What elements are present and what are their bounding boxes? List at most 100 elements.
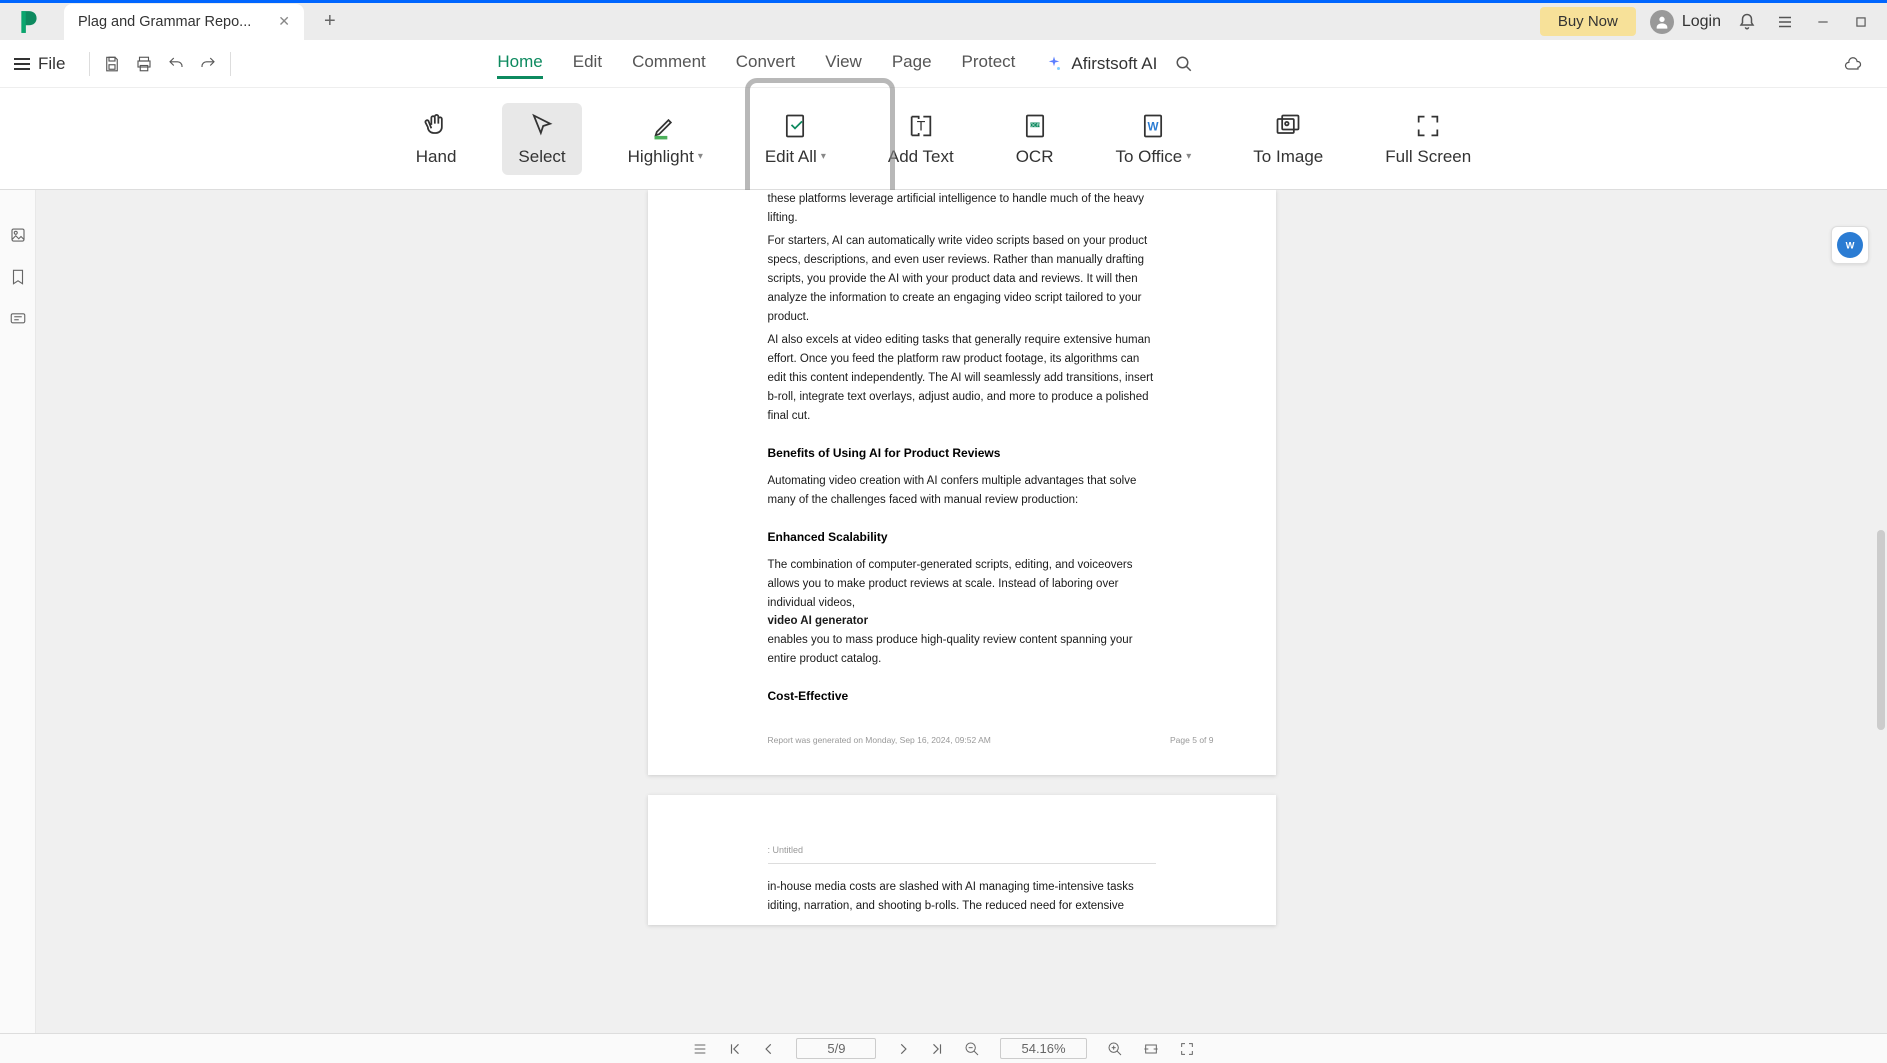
hand-icon: [421, 111, 451, 141]
last-page-icon[interactable]: [930, 1042, 944, 1056]
highlighter-icon: [650, 111, 680, 141]
menu-tabs: Home Edit Comment Convert View Page Prot…: [497, 48, 1015, 79]
chevron-down-icon: ▾: [1186, 151, 1191, 162]
redo-icon[interactable]: [192, 48, 224, 80]
hand-label: Hand: [416, 147, 457, 167]
word-icon: W: [1138, 111, 1168, 141]
notifications-icon[interactable]: [1735, 10, 1759, 34]
doc-paragraph: For starters, AI can automatically write…: [768, 232, 1156, 327]
ai-assistant-button[interactable]: Afirstsoft AI: [1045, 54, 1157, 74]
tab-title: Plag and Grammar Repo...: [78, 14, 270, 30]
tab-view[interactable]: View: [825, 48, 862, 79]
bookmark-icon[interactable]: [9, 268, 27, 286]
doc-paragraph: AI also excels at video editing tasks th…: [768, 331, 1156, 426]
doc-paragraph: these platforms leverage artificial inte…: [768, 190, 1156, 228]
zoom-in-icon[interactable]: [1107, 1041, 1123, 1057]
fit-width-icon[interactable]: [1143, 1041, 1159, 1057]
page-footer-timestamp: Report was generated on Monday, Sep 16, …: [768, 735, 991, 745]
save-icon[interactable]: [96, 48, 128, 80]
page-number-input[interactable]: 5/9: [796, 1038, 876, 1059]
tab-protect[interactable]: Protect: [962, 48, 1016, 79]
sparkle-icon: [1045, 55, 1063, 73]
minimize-icon[interactable]: [1811, 10, 1835, 34]
svg-text:W: W: [1846, 240, 1855, 250]
doc-paragraph: Automating video creation with AI confer…: [768, 472, 1156, 510]
print-icon[interactable]: [128, 48, 160, 80]
svg-text:OCR: OCR: [1029, 122, 1040, 127]
to-office-tool-button[interactable]: W To Office ▾: [1099, 103, 1207, 175]
hand-tool-button[interactable]: Hand: [400, 103, 473, 175]
search-icon[interactable]: [1175, 55, 1193, 73]
tab-comment[interactable]: Comment: [632, 48, 706, 79]
edit-document-icon: [780, 111, 810, 141]
comments-icon[interactable]: [9, 310, 27, 328]
zoom-level-input[interactable]: 54.16%: [1000, 1038, 1086, 1059]
ocr-icon: OCR: [1020, 111, 1050, 141]
buy-now-button[interactable]: Buy Now: [1540, 7, 1636, 36]
document-page: : Untitled in-house media costs are slas…: [648, 795, 1276, 925]
translate-icon: W: [1837, 232, 1863, 258]
translate-widget-button[interactable]: W: [1831, 226, 1869, 264]
separator: [89, 52, 90, 76]
doc-subheading: Cost-Effective: [768, 689, 1156, 703]
chevron-down-icon: ▾: [698, 151, 703, 162]
file-menu-button[interactable]: File: [14, 54, 65, 74]
zoom-out-icon[interactable]: [964, 1041, 980, 1057]
highlight-label: Highlight: [628, 147, 694, 167]
doc-subtitle: : Untitled: [768, 845, 1156, 864]
close-tab-icon[interactable]: ✕: [278, 13, 290, 30]
add-text-tool-button[interactable]: T Add Text: [872, 103, 970, 175]
tab-home[interactable]: Home: [497, 48, 542, 79]
doc-bold-text: video AI generator: [768, 615, 869, 627]
chevron-down-icon: ▾: [821, 151, 826, 162]
hamburger-icon: [14, 58, 30, 70]
doc-paragraph: The combination of computer-generated sc…: [768, 556, 1156, 670]
scrollbar-thumb[interactable]: [1877, 530, 1885, 730]
ai-label: Afirstsoft AI: [1071, 54, 1157, 74]
ocr-tool-button[interactable]: OCR OCR: [1000, 103, 1070, 175]
maximize-icon[interactable]: [1849, 10, 1873, 34]
thumbnails-icon[interactable]: [9, 226, 27, 244]
svg-text:T: T: [917, 117, 926, 133]
cursor-icon: [527, 111, 557, 141]
to-image-label: To Image: [1253, 147, 1323, 167]
ocr-label: OCR: [1016, 147, 1054, 167]
menu-icon[interactable]: [1773, 10, 1797, 34]
undo-icon[interactable]: [160, 48, 192, 80]
title-bar: Plag and Grammar Repo... ✕ + Buy Now Log…: [0, 0, 1887, 40]
highlight-tool-button[interactable]: Highlight ▾: [612, 103, 719, 175]
tab-convert[interactable]: Convert: [736, 48, 796, 79]
to-office-label: To Office: [1115, 147, 1182, 167]
to-image-tool-button[interactable]: To Image: [1237, 103, 1339, 175]
select-tool-button[interactable]: Select: [502, 103, 581, 175]
document-viewport[interactable]: these platforms leverage artificial inte…: [36, 190, 1887, 1033]
doc-heading: Benefits of Using AI for Product Reviews: [768, 446, 1156, 460]
first-page-icon[interactable]: [728, 1042, 742, 1056]
login-label: Login: [1682, 13, 1721, 31]
full-screen-label: Full Screen: [1385, 147, 1471, 167]
text-box-icon: T: [906, 111, 936, 141]
select-label: Select: [518, 147, 565, 167]
cloud-icon[interactable]: [1843, 54, 1863, 74]
document-tab[interactable]: Plag and Grammar Repo... ✕: [64, 4, 304, 40]
document-page: these platforms leverage artificial inte…: [648, 190, 1276, 775]
doc-subheading: Enhanced Scalability: [768, 530, 1156, 544]
add-tab-button[interactable]: +: [324, 10, 336, 33]
full-screen-tool-button[interactable]: Full Screen: [1369, 103, 1487, 175]
file-label: File: [38, 54, 65, 74]
edit-all-label: Edit All: [765, 147, 817, 167]
menu-bar: File Home Edit Comment Convert View Page…: [0, 40, 1887, 88]
edit-all-tool-button[interactable]: Edit All ▾: [749, 103, 842, 175]
next-page-icon[interactable]: [896, 1042, 910, 1056]
fit-page-icon[interactable]: [1179, 1041, 1195, 1057]
sidebar-toggle-icon[interactable]: [692, 1041, 708, 1057]
status-bar: 5/9 54.16%: [0, 1033, 1887, 1063]
main-area: these platforms leverage artificial inte…: [0, 190, 1887, 1033]
doc-paragraph: in-house media costs are slashed with AI…: [768, 878, 1156, 916]
tab-edit[interactable]: Edit: [573, 48, 602, 79]
add-text-label: Add Text: [888, 147, 954, 167]
login-button[interactable]: Login: [1650, 10, 1721, 34]
prev-page-icon[interactable]: [762, 1042, 776, 1056]
tab-page[interactable]: Page: [892, 48, 932, 79]
avatar-icon: [1650, 10, 1674, 34]
